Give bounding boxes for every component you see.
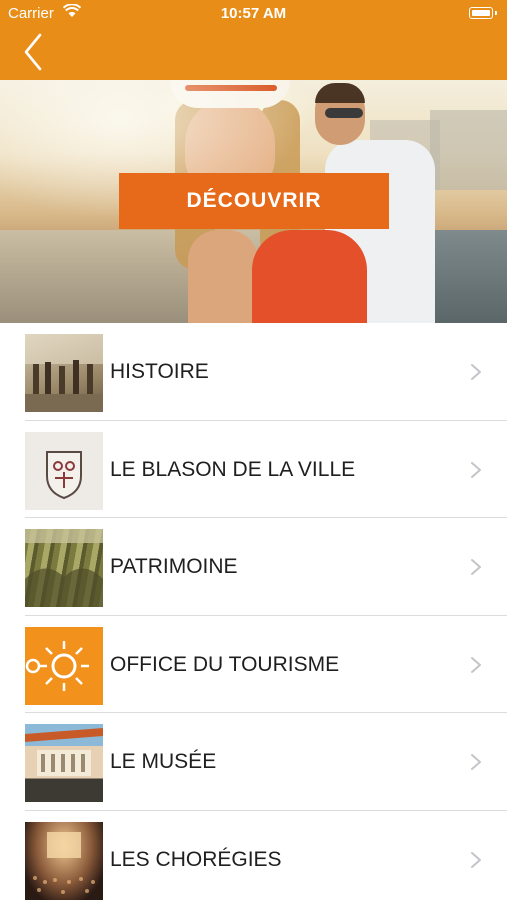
patrimoine-thumbnail xyxy=(25,529,103,608)
chevron-right-icon xyxy=(471,656,481,673)
menu-list: HISTOIRE LE BLASON DE LA VILLE PATRIMOIN… xyxy=(0,323,507,909)
blason-thumbnail xyxy=(25,431,103,510)
battery-icon xyxy=(469,7,497,19)
menu-item-musee[interactable]: LE MUSÉE xyxy=(0,713,507,811)
menu-item-blason[interactable]: LE BLASON DE LA VILLE xyxy=(0,421,507,519)
histoire-thumbnail xyxy=(25,334,103,412)
chevron-right-icon xyxy=(471,559,481,576)
menu-item-label: PATRIMOINE xyxy=(110,555,238,579)
menu-item-label: OFFICE DU TOURISME xyxy=(110,652,340,676)
office-thumbnail xyxy=(25,626,103,705)
menu-item-label: LE MUSÉE xyxy=(110,750,217,774)
menu-item-label: HISTOIRE xyxy=(110,360,209,383)
back-button[interactable] xyxy=(22,32,46,72)
menu-item-histoire[interactable]: HISTOIRE xyxy=(0,323,507,421)
chevron-right-icon xyxy=(471,461,481,478)
menu-item-choregies[interactable]: LES CHORÉGIES xyxy=(0,811,507,909)
status-time: 10:57 AM xyxy=(220,5,287,22)
menu-item-office-du-tourisme[interactable]: OFFICE DU TOURISME xyxy=(0,616,507,714)
menu-item-patrimoine[interactable]: PATRIMOINE xyxy=(0,518,507,616)
chevron-right-icon xyxy=(471,364,481,380)
app-header: Carrier 10:57 AM xyxy=(0,0,507,80)
discover-button[interactable]: DÉCOUVRIR xyxy=(119,173,389,229)
choregies-thumbnail xyxy=(25,821,103,900)
chevron-left-icon xyxy=(24,33,42,71)
chevron-right-icon xyxy=(471,754,481,771)
menu-item-label: LES CHORÉGIES xyxy=(110,847,282,871)
menu-item-label: LE BLASON DE LA VILLE xyxy=(110,457,356,481)
status-bar: Carrier 10:57 AM xyxy=(0,0,507,28)
chevron-right-icon xyxy=(471,851,481,868)
musee-thumbnail xyxy=(25,724,103,803)
